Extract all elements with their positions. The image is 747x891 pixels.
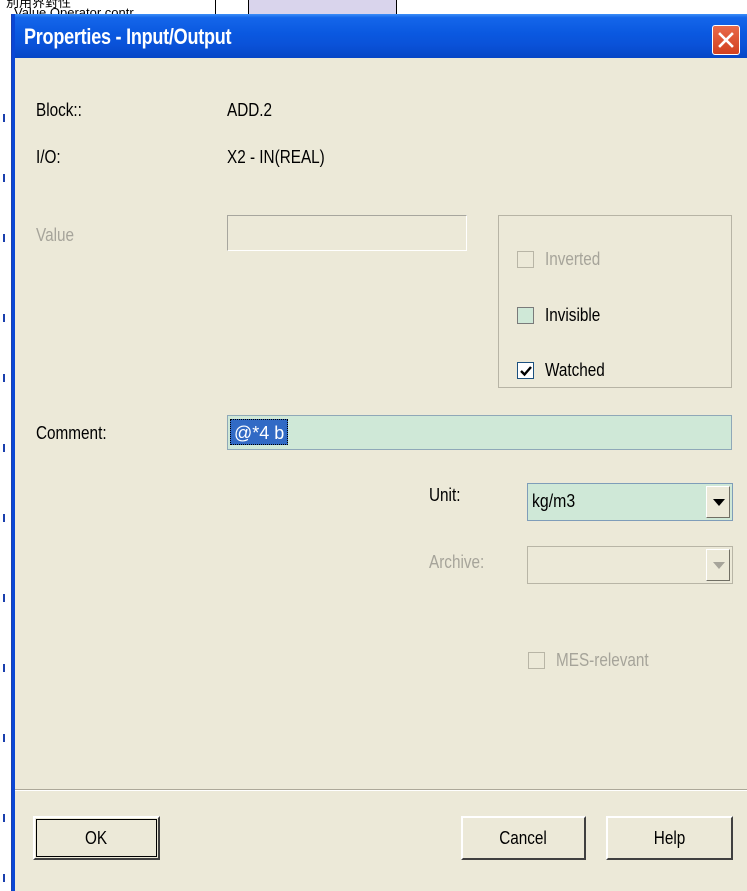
block-value: ADD.2 — [227, 100, 273, 120]
dialog-title: Properties - Input/Output — [24, 24, 232, 49]
close-button[interactable] — [712, 25, 740, 55]
mes-relevant-checkbox[interactable] — [528, 652, 545, 669]
dialog-separator — [15, 789, 747, 791]
close-icon — [718, 32, 734, 48]
background-tick — [3, 314, 9, 322]
watched-label: Watched — [545, 360, 605, 380]
comment-label: Comment: — [36, 423, 107, 443]
background-tick — [3, 814, 9, 822]
watched-checkbox[interactable] — [517, 362, 534, 379]
background-tick — [3, 234, 9, 242]
unit-selected-value: kg/m3 — [532, 491, 576, 511]
invisible-label: Invisible — [545, 305, 601, 325]
background-tick — [3, 114, 9, 122]
value-input[interactable] — [227, 215, 467, 251]
flags-groupbox: Inverted Invisible Watched — [498, 215, 732, 388]
background-left-strip — [0, 14, 12, 891]
comment-input[interactable]: @*4 b — [227, 415, 732, 450]
properties-dialog: Properties - Input/Output Block:: ADD.2 … — [12, 14, 747, 891]
archive-dropdown-button[interactable] — [706, 549, 730, 581]
background-tick — [3, 594, 9, 602]
block-label: Block:: — [36, 100, 82, 120]
background-tick — [3, 514, 9, 522]
help-button-label: Help — [653, 827, 686, 848]
help-button[interactable]: Help — [606, 816, 733, 860]
invisible-checkbox[interactable] — [517, 307, 534, 324]
chevron-down-icon — [713, 499, 725, 506]
cancel-button-label: Cancel — [499, 827, 548, 848]
comment-selected-text: @*4 b — [230, 419, 289, 445]
background-grid-cell-highlight — [249, 0, 397, 14]
inverted-label: Inverted — [545, 249, 601, 269]
cancel-button[interactable]: Cancel — [461, 816, 586, 860]
inverted-checkbox[interactable] — [517, 251, 534, 268]
mes-relevant-label: MES-relevant — [556, 650, 649, 670]
background-tick — [3, 444, 9, 452]
io-value: X2 - IN(REAL) — [227, 147, 325, 167]
background-tick — [3, 374, 9, 382]
io-label: I/O: — [36, 147, 61, 167]
archive-select[interactable] — [527, 546, 733, 584]
unit-label: Unit: — [429, 485, 461, 505]
value-label: Value — [36, 225, 74, 245]
unit-select[interactable]: kg/m3 — [527, 483, 733, 521]
background-tick — [3, 734, 9, 742]
chevron-down-icon — [713, 562, 725, 569]
background-tick — [3, 874, 9, 882]
unit-dropdown-button[interactable] — [706, 486, 730, 518]
archive-label: Archive: — [429, 552, 485, 572]
background-tick — [3, 174, 9, 182]
ok-button[interactable]: OK — [33, 816, 160, 860]
dialog-titlebar[interactable]: Properties - Input/Output — [15, 14, 747, 58]
checkmark-icon — [520, 366, 532, 377]
background-tick — [3, 664, 9, 672]
background-grid-cell — [215, 0, 249, 14]
ok-button-label: OK — [85, 827, 108, 848]
